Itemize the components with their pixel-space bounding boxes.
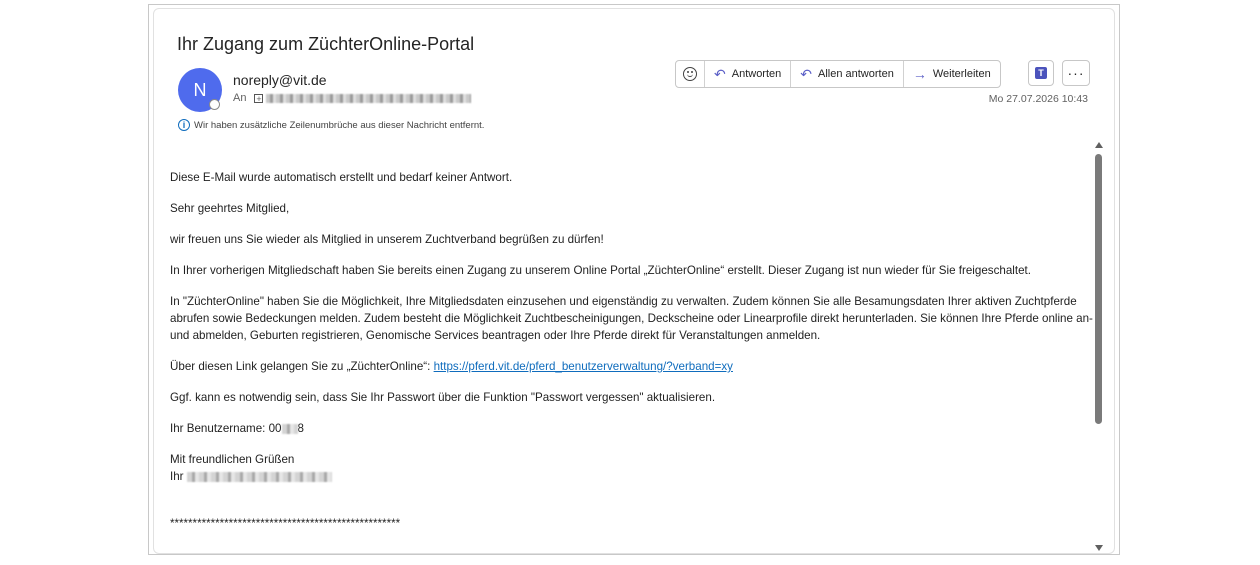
- avatar-initial: N: [193, 79, 207, 100]
- portal-link[interactable]: https://pferd.vit.de/pferd_benutzerverwa…: [434, 360, 733, 373]
- email-body: Diese E-Mail wurde automatisch erstellt …: [170, 169, 1095, 546]
- redacted-signature: [186, 471, 332, 482]
- signature-prefix: Ihr: [170, 470, 184, 483]
- teams-icon: T: [1035, 67, 1047, 79]
- email-subject: Ihr Zugang zum ZüchterOnline-Portal: [177, 34, 475, 54]
- info-notice-text: Wir haben zusätzliche Zeilenumbrüche aus…: [194, 119, 485, 131]
- more-actions-button[interactable]: ···: [1062, 60, 1090, 86]
- info-notice: i Wir haben zusätzliche Zeilenumbrüche a…: [178, 119, 484, 131]
- body-paragraph: In "ZüchterOnline" haben Sie die Möglich…: [170, 295, 1093, 342]
- reply-all-arrow-icon: ↶: [800, 65, 812, 82]
- recipient-row: An +: [233, 92, 472, 104]
- scroll-thumb[interactable]: [1095, 154, 1102, 424]
- forward-button[interactable]: → Weiterleiten: [902, 61, 1000, 87]
- reading-pane: Ihr Zugang zum ZüchterOnline-Portal N no…: [153, 8, 1115, 554]
- redacted-username-part: [281, 423, 298, 434]
- body-paragraph: Sehr geehrtes Mitglied,: [170, 202, 290, 215]
- forward-label: Weiterleiten: [932, 68, 991, 80]
- received-date: Mo 27.07.2026 10:43: [988, 93, 1088, 105]
- reaction-button[interactable]: [676, 61, 704, 87]
- info-icon: i: [178, 119, 190, 131]
- body-paragraph: Diese E-Mail wurde automatisch erstellt …: [170, 171, 513, 184]
- closing-paragraph: Mit freundlichen Grüßen Ihr: [170, 451, 1095, 485]
- redacted-recipients: [266, 93, 472, 103]
- link-paragraph: Über diesen Link gelangen Sie zu „Züchte…: [170, 358, 1095, 375]
- link-prefix: Über diesen Link gelangen Sie zu „Züchte…: [170, 360, 434, 373]
- closing-text: Mit freundlichen Grüßen: [170, 453, 295, 466]
- separator-stars: ****************************************…: [170, 517, 401, 530]
- username-prefix: Ihr Benutzername: 00: [170, 422, 282, 435]
- smiley-icon: [683, 67, 697, 81]
- body-paragraph: Ggf. kann es notwendig sein, dass Sie Ih…: [170, 391, 716, 404]
- reply-button[interactable]: ↶ Antworten: [704, 61, 790, 87]
- username-paragraph: Ihr Benutzername: 00 8: [170, 420, 1095, 437]
- scroll-up-icon[interactable]: [1095, 142, 1103, 148]
- username-suffix: 8: [297, 422, 304, 435]
- body-paragraph: wir freuen uns Sie wieder als Mitglied i…: [170, 233, 604, 246]
- reply-arrow-icon: ↶: [714, 65, 726, 82]
- body-paragraph: In Ihrer vorherigen Mitgliedschaft haben…: [170, 264, 1031, 277]
- reply-all-button[interactable]: ↶ Allen antworten: [790, 61, 903, 87]
- email-window: Ihr Zugang zum ZüchterOnline-Portal N no…: [148, 4, 1120, 555]
- message-actions-toolbar: ↶ Antworten ↶ Allen antworten → Weiterle…: [675, 60, 1001, 88]
- scroll-down-icon[interactable]: [1095, 545, 1103, 551]
- presence-status-icon: [209, 99, 220, 110]
- reply-label: Antworten: [731, 68, 782, 80]
- vertical-scrollbar[interactable]: [1093, 139, 1104, 553]
- sender-address[interactable]: noreply@vit.de: [233, 72, 327, 88]
- teams-button[interactable]: T: [1028, 60, 1054, 86]
- forward-arrow-icon: →: [912, 66, 927, 82]
- expand-recipients-icon[interactable]: +: [254, 93, 264, 103]
- reply-all-label: Allen antworten: [818, 68, 894, 80]
- to-label: An: [233, 92, 247, 104]
- ellipsis-icon: ···: [1067, 65, 1085, 81]
